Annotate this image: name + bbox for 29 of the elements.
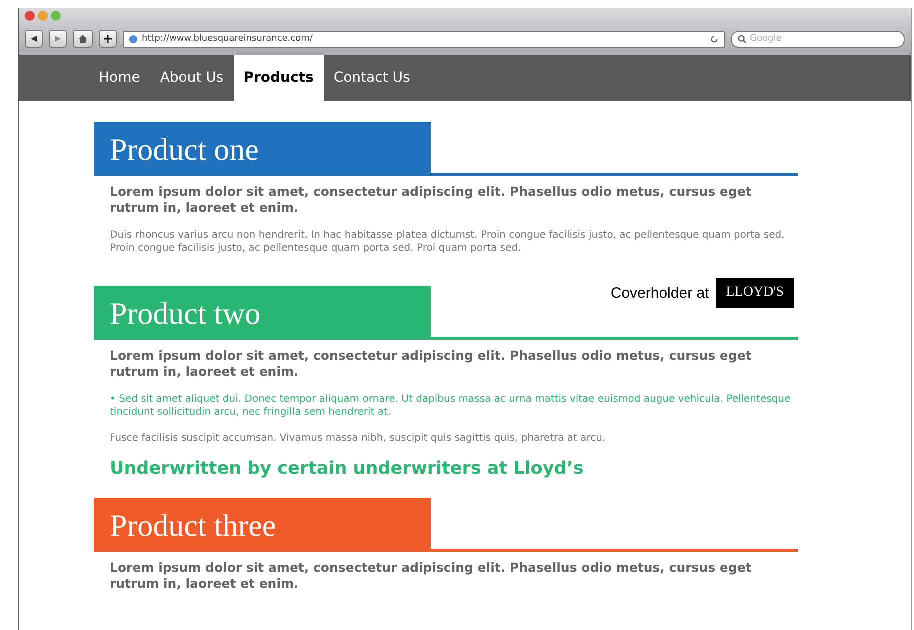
nav-tab[interactable]: Home [89,55,150,101]
home-icon [78,34,88,44]
globe-icon [129,34,138,44]
nav-tab[interactable]: Contact Us [324,55,420,101]
close-icon[interactable] [25,11,35,21]
nav-tab[interactable]: About Us [150,55,234,101]
section-title: Product three [94,498,431,549]
back-icon [31,36,37,42]
body-paragraph: Duis rhoncus varius arcu non hendrerit. In hac habitasse platea dictumst. Proin congue facilisis justo, ac pellentesque quam porta sed. Proin congue facilisis justo, ac pellentesque quam porta sed. Proi quam porta sed. [110,229,786,255]
lead-paragraph: Lorem ipsum dolor sit amet, consectetur adipiscing elit. Phasellus odio metus, cursus eget rutrum in, laoreet et enim. [110,348,753,380]
add-bookmark-button[interactable] [99,30,117,48]
plus-icon [104,35,112,43]
reload-icon[interactable] [710,34,719,44]
forward-button[interactable] [49,30,67,48]
lead-paragraph: Lorem ipsum dolor sit amet, consectetur adipiscing elit. Phasellus odio metus, cursus eget rutrum in, laoreet et enim. [110,184,753,216]
home-button[interactable] [73,30,93,48]
section-title: Product one [94,122,431,173]
address-field[interactable]: http://www.bluesquareinsurance.com/ [123,30,725,48]
section-title: Product two [94,286,431,337]
lloyds-logo: LLOYD'S [716,278,794,308]
lead-paragraph: Lorem ipsum dolor sit amet, consectetur adipiscing elit. Phasellus odio metus, cursus eget rutrum in, laoreet et enim. [110,560,753,592]
back-button[interactable] [25,30,43,48]
nav-tab[interactable]: Products [234,55,324,101]
coverholder-label: Coverholder at [610,284,710,302]
body-paragraph: Fusce facilisis suscipit accumsan. Vivamus massa nibh, suscipit quis sagittis quis, pharetra at arcu. [110,432,607,445]
bullet-paragraph: • Sed sit amet aliquet dui. Donec tempor aliquam ornare. Ut dapibus massa ac urna mattis vitae euismod augue vehicula. Pellentesque tincidunt sollicitudin arcu, nec fringilla sem hendrerit at. [110,393,792,419]
forward-icon [55,36,61,42]
search-icon [738,34,747,44]
callout-heading: Underwritten by certain underwriters at Lloyd’s [110,458,585,480]
